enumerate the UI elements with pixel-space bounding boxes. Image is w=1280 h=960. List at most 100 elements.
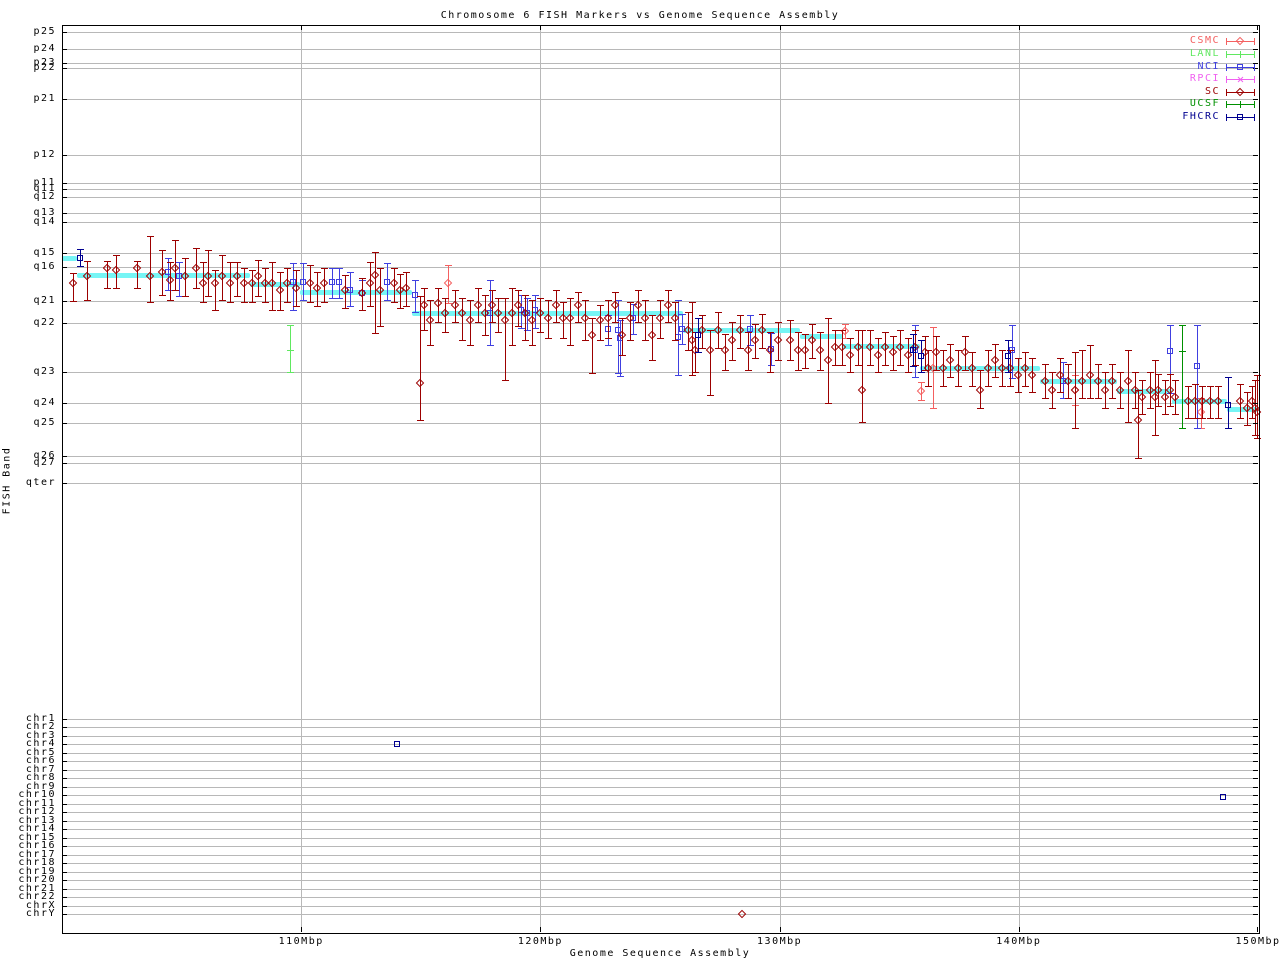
ytick-left-q21 <box>62 301 67 302</box>
ytick-left-p11 <box>62 183 67 184</box>
ytick-left-chr22 <box>62 897 67 898</box>
legend-sample-cap <box>1226 101 1227 108</box>
ytick-right-q11 <box>1253 189 1258 190</box>
ytick-left-chr3 <box>62 736 67 737</box>
ytick-right-chr20 <box>1253 880 1258 881</box>
ytick-right-chr17 <box>1253 855 1258 856</box>
ytick-right-chrY <box>1253 914 1258 915</box>
ytick-left-q13 <box>62 213 67 214</box>
xtick-bottom-140 <box>1019 927 1020 932</box>
ytick-left-chr6 <box>62 761 67 762</box>
ytick-right-p24 <box>1253 49 1258 50</box>
ytick-right-chr6 <box>1253 761 1258 762</box>
legend-sample-cap <box>1254 101 1255 108</box>
ytick-left-chr13 <box>62 821 67 822</box>
ytick-right-q25 <box>1253 423 1258 424</box>
marker-plus <box>1240 101 1241 108</box>
chart-title: Chromosome 6 FISH Markers vs Genome Sequ… <box>0 10 1280 21</box>
xtick-top-140 <box>1019 25 1020 30</box>
ytick-right-p11 <box>1253 183 1258 184</box>
ytick-right-chr1 <box>1253 719 1258 720</box>
ytick-left-chr15 <box>62 838 67 839</box>
ytick-right-chr8 <box>1253 778 1258 779</box>
ytick-left-q22 <box>62 323 67 324</box>
ytick-right-q13 <box>1253 213 1258 214</box>
plot-border <box>62 25 1260 934</box>
xtick-top-110 <box>301 25 302 30</box>
ytick-label-q24: q24 <box>0 397 56 408</box>
ytick-label-p12: p12 <box>0 149 56 160</box>
ytick-right-q26 <box>1253 456 1258 457</box>
ytick-left-q12 <box>62 197 67 198</box>
legend-sample-cap <box>1226 76 1227 83</box>
ytick-left-chr19 <box>62 872 67 873</box>
legend-label-LANL: LANL <box>1090 48 1220 59</box>
legend-sample-cap <box>1226 89 1227 96</box>
legend-sample-cap <box>1254 114 1255 121</box>
ytick-label-p21: p21 <box>0 93 56 104</box>
ytick-left-chr21 <box>62 889 67 890</box>
legend-label-CSMC: CSMC <box>1090 35 1220 46</box>
ytick-left-p21 <box>62 99 67 100</box>
ytick-right-chrX <box>1253 906 1258 907</box>
xtick-label-150: 150Mbp <box>1218 936 1280 947</box>
ytick-right-chr16 <box>1253 846 1258 847</box>
legend-label-UCSF: UCSF <box>1090 98 1220 109</box>
ytick-right-chr5 <box>1253 753 1258 754</box>
ytick-left-chr5 <box>62 753 67 754</box>
ytick-left-chr10 <box>62 795 67 796</box>
legend-sample-cap <box>1226 51 1227 58</box>
ytick-label-q27: q27 <box>0 457 56 468</box>
xtick-label-120: 120Mbp <box>500 936 580 947</box>
ytick-left-chr14 <box>62 829 67 830</box>
ytick-label-chrY: chrY <box>0 908 56 919</box>
marker-square <box>1237 114 1243 120</box>
ytick-left-q23 <box>62 372 67 373</box>
ytick-left-chr9 <box>62 787 67 788</box>
ytick-right-chr22 <box>1253 897 1258 898</box>
ytick-left-chrY <box>62 914 67 915</box>
legend-sample-cap <box>1254 38 1255 45</box>
legend-label-FHCRC: FHCRC <box>1090 111 1220 122</box>
ytick-right-chr9 <box>1253 787 1258 788</box>
ytick-right-chr3 <box>1253 736 1258 737</box>
ytick-left-chr12 <box>62 812 67 813</box>
legend-sample-cap <box>1226 64 1227 71</box>
ytick-right-chr2 <box>1253 727 1258 728</box>
ytick-label-q12: q12 <box>0 191 56 202</box>
ytick-label-q15: q15 <box>0 247 56 258</box>
chart-canvas: Chromosome 6 FISH Markers vs Genome Sequ… <box>0 0 1280 960</box>
ytick-left-p22 <box>62 68 67 69</box>
ytick-left-chr2 <box>62 727 67 728</box>
legend-sample-cap <box>1226 38 1227 45</box>
ytick-label-q22: q22 <box>0 317 56 328</box>
ytick-right-q24 <box>1253 403 1258 404</box>
legend-label-SC: SC <box>1090 86 1220 97</box>
xtick-top-150 <box>1257 25 1258 30</box>
ytick-left-chr4 <box>62 744 67 745</box>
ytick-right-chr11 <box>1253 804 1258 805</box>
ytick-right-chr7 <box>1253 770 1258 771</box>
ytick-label-p25: p25 <box>0 26 56 37</box>
ytick-label-p22: p22 <box>0 62 56 73</box>
xtick-bottom-110 <box>301 927 302 932</box>
ytick-left-chr11 <box>62 804 67 805</box>
ytick-left-q11 <box>62 189 67 190</box>
marker-square <box>1237 64 1243 70</box>
ytick-right-chr13 <box>1253 821 1258 822</box>
ytick-right-q27 <box>1253 463 1258 464</box>
ytick-right-chr10 <box>1253 795 1258 796</box>
legend-sample-cap <box>1226 114 1227 121</box>
ytick-left-chr17 <box>62 855 67 856</box>
ytick-left-chr7 <box>62 770 67 771</box>
ytick-right-chr14 <box>1253 829 1258 830</box>
ytick-label-q23: q23 <box>0 366 56 377</box>
ytick-left-p24 <box>62 49 67 50</box>
ytick-label-q21: q21 <box>0 295 56 306</box>
ytick-label-q14: q14 <box>0 216 56 227</box>
ytick-left-p12 <box>62 155 67 156</box>
ytick-right-chr4 <box>1253 744 1258 745</box>
ytick-right-q14 <box>1253 222 1258 223</box>
ytick-right-q21 <box>1253 301 1258 302</box>
ytick-label-qter: qter <box>0 477 56 488</box>
